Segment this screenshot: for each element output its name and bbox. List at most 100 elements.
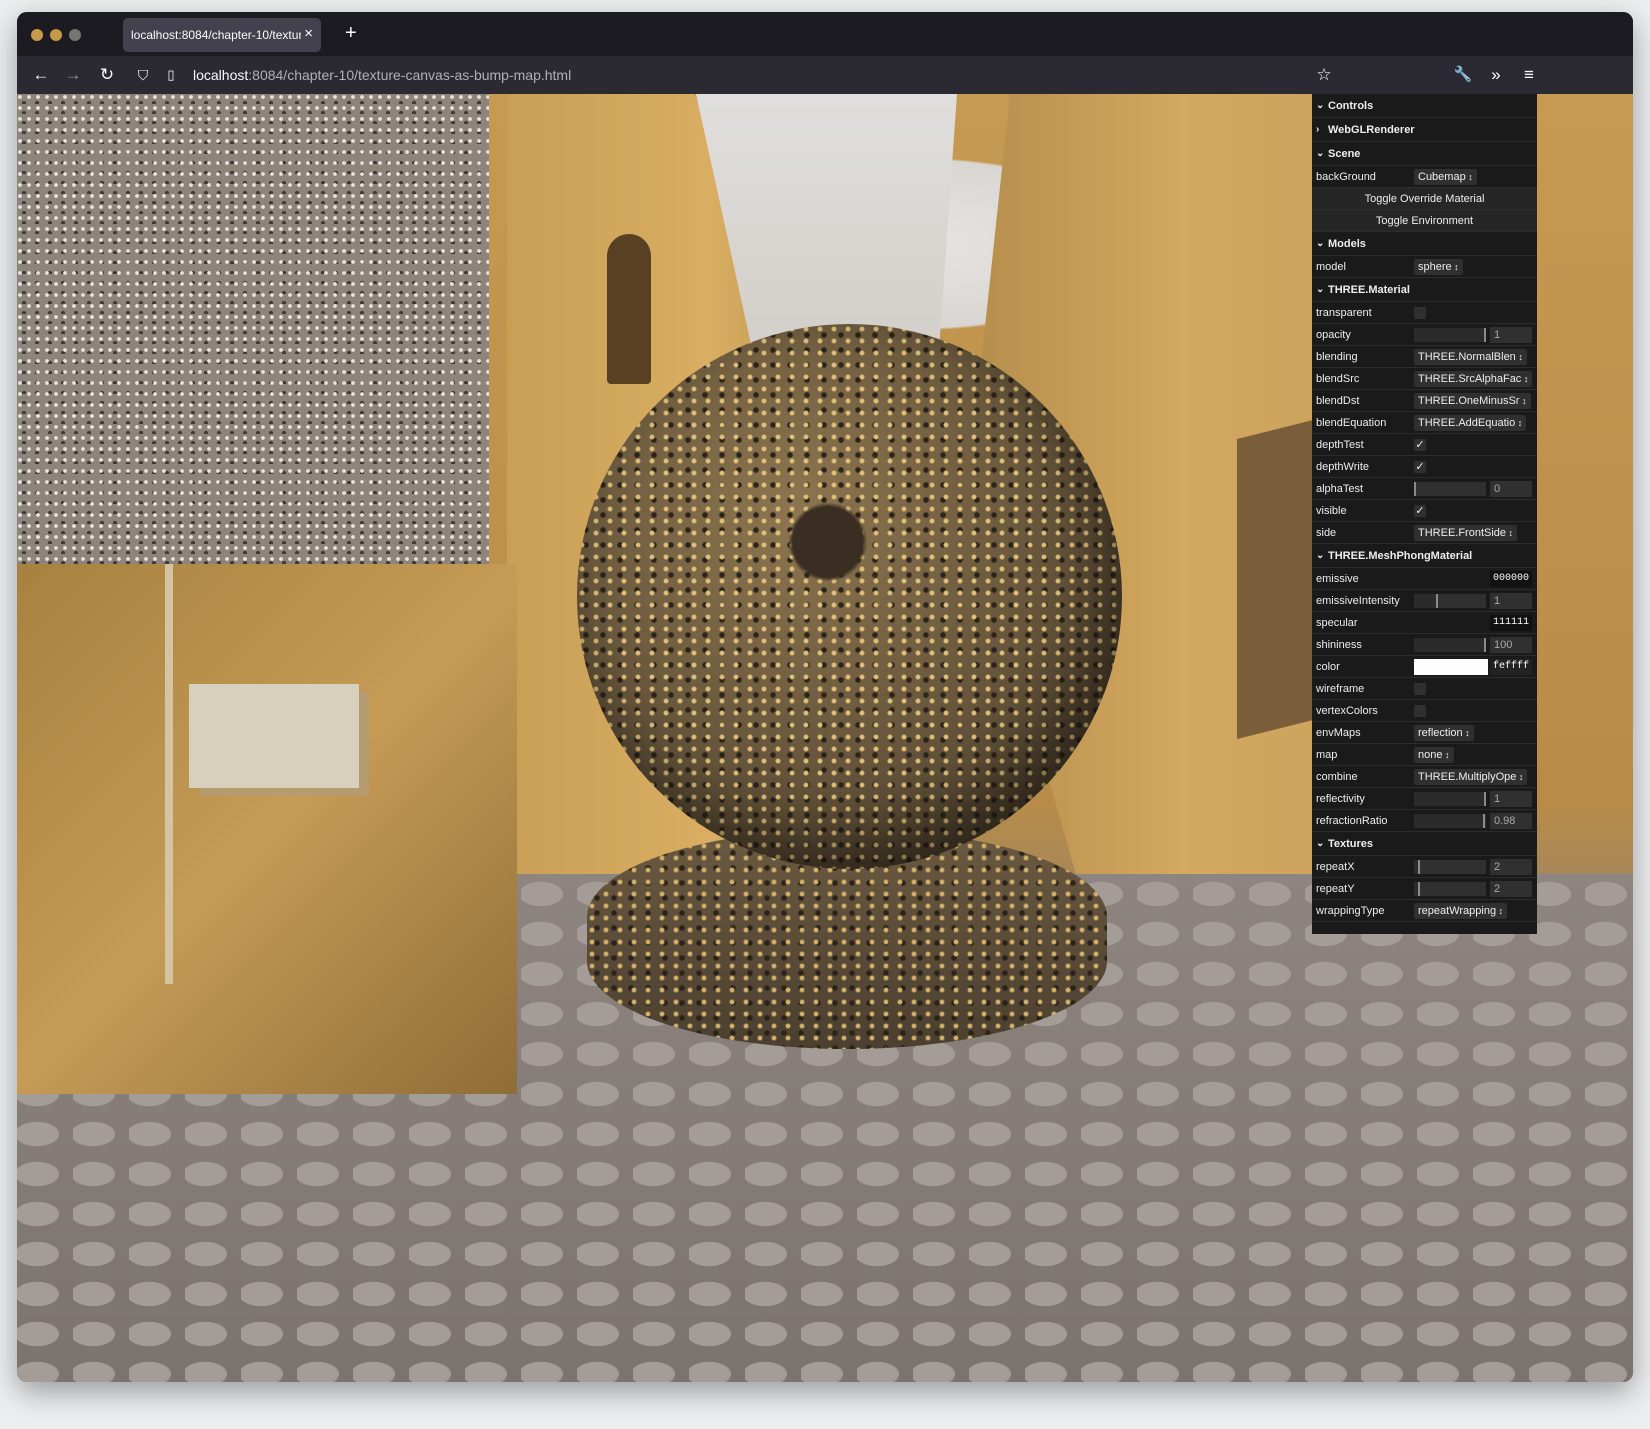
shininess-input[interactable]: 100 — [1490, 637, 1532, 653]
repeatx-slider-fill — [1414, 860, 1420, 874]
reflectivity-input[interactable]: 1 — [1490, 791, 1532, 807]
folder-scene[interactable]: ⌄ Scene — [1312, 142, 1537, 166]
maximize-window-button[interactable] — [69, 29, 81, 41]
close-window-button[interactable] — [31, 29, 43, 41]
page-icon: ▯ — [167, 67, 175, 82]
scene-pipe — [165, 564, 173, 984]
dat-gui-panel: ⌄ Controls › WebGLRenderer ⌄ Scene backGrou… — [1312, 94, 1537, 934]
alphatest-slider-fill — [1414, 482, 1416, 496]
wrapping-type-select[interactable]: repeatWrapping — [1414, 902, 1508, 919]
back-icon[interactable]: ← — [31, 65, 51, 85]
opacity-label: opacity — [1316, 328, 1351, 341]
opacity-input[interactable]: 1 — [1490, 327, 1532, 343]
folder-mesh-phong-material-label: THREE.MeshPhongMaterial — [1328, 549, 1473, 562]
bump-map-noise-texture — [17, 94, 489, 564]
refraction-ratio-slider-fill — [1414, 814, 1485, 828]
blending-select[interactable]: THREE.NormalBlen — [1414, 348, 1527, 365]
refraction-ratio-slider[interactable] — [1414, 814, 1486, 828]
shield-icon[interactable]: ⛉ — [133, 65, 153, 85]
repeatx-input[interactable]: 2 — [1490, 859, 1532, 875]
browser-window: localhost:8084/chapter-10/texture-c × + … — [17, 12, 1633, 1382]
row-visible: visible ✓ — [1312, 500, 1537, 522]
opacity-slider[interactable] — [1414, 328, 1486, 342]
folder-webglrenderer[interactable]: › WebGLRenderer — [1312, 118, 1537, 142]
folder-three-material[interactable]: ⌄ THREE.Material — [1312, 278, 1537, 302]
emissive-intensity-slider-fill — [1414, 594, 1438, 608]
folder-models[interactable]: ⌄ Models — [1312, 232, 1537, 256]
repeaty-label: repeatY — [1316, 882, 1355, 895]
new-tab-button[interactable]: + — [345, 23, 357, 43]
transparent-label: transparent — [1316, 306, 1372, 319]
envmaps-select[interactable]: reflection — [1414, 724, 1474, 741]
map-select[interactable]: none — [1414, 746, 1454, 763]
row-emissive-intensity: emissiveIntensity 1 — [1312, 590, 1537, 612]
folder-controls-label: Controls — [1328, 99, 1374, 112]
transparent-checkbox[interactable] — [1414, 307, 1426, 319]
specular-label: specular — [1316, 616, 1358, 629]
minimize-window-button[interactable] — [50, 29, 62, 41]
color-input[interactable]: feffff — [1490, 659, 1532, 675]
bookmark-star-icon[interactable]: ☆ — [1314, 65, 1334, 85]
folder-textures[interactable]: ⌄ Textures — [1312, 832, 1537, 856]
refraction-ratio-input[interactable]: 0.98 — [1490, 813, 1532, 829]
side-select[interactable]: THREE.FrontSide — [1414, 524, 1518, 541]
depthtest-checkbox[interactable]: ✓ — [1414, 439, 1426, 451]
emissive-color-input[interactable]: 000000 — [1490, 571, 1532, 587]
combine-label: combine — [1316, 770, 1358, 783]
row-envmaps: envMaps reflection — [1312, 722, 1537, 744]
emissive-intensity-slider[interactable] — [1414, 594, 1486, 608]
tab-active[interactable]: localhost:8084/chapter-10/texture-c × — [123, 18, 321, 52]
repeaty-slider[interactable] — [1414, 882, 1486, 896]
repeaty-slider-fill — [1414, 882, 1420, 896]
repeaty-input[interactable]: 2 — [1490, 881, 1532, 897]
wrapping-type-label: wrappingType — [1316, 904, 1385, 917]
visible-checkbox[interactable]: ✓ — [1414, 505, 1426, 517]
model-label: model — [1316, 260, 1346, 273]
vertexcolors-checkbox[interactable] — [1414, 705, 1426, 717]
address-bar[interactable]: localhost:8084/chapter-10/texture-canvas… — [193, 67, 571, 83]
chevron-down-icon: ⌄ — [1316, 838, 1325, 849]
reflectivity-slider[interactable] — [1414, 792, 1486, 806]
forward-icon[interactable]: → — [63, 65, 83, 85]
color-swatch[interactable] — [1414, 659, 1488, 675]
blenddst-select[interactable]: THREE.OneMinusSr — [1414, 392, 1531, 409]
alphatest-label: alphaTest — [1316, 482, 1364, 495]
toggle-override-material-button[interactable]: Toggle Override Material — [1312, 188, 1537, 210]
emissive-intensity-label: emissiveIntensity — [1316, 594, 1400, 607]
refraction-ratio-label: refractionRatio — [1316, 814, 1388, 827]
blenddst-label: blendDst — [1316, 394, 1360, 407]
menu-icon[interactable]: ≡ — [1519, 65, 1539, 85]
alphatest-input[interactable]: 0 — [1490, 481, 1532, 497]
model-select[interactable]: sphere — [1414, 258, 1463, 275]
specular-color-input[interactable]: 111111 — [1490, 615, 1532, 631]
background-select[interactable]: Cubemap — [1414, 168, 1477, 185]
reload-icon[interactable]: ↻ — [97, 65, 117, 85]
repeatx-label: repeatX — [1316, 860, 1355, 873]
folder-webglrenderer-label: WebGLRenderer — [1328, 123, 1415, 136]
emissive-intensity-input[interactable]: 1 — [1490, 593, 1532, 609]
side-label: side — [1316, 526, 1337, 539]
vertexcolors-label: vertexColors — [1316, 704, 1378, 717]
folder-scene-label: Scene — [1328, 147, 1361, 160]
row-refraction-ratio: refractionRatio 0.98 — [1312, 810, 1537, 832]
row-blenddst: blendDst THREE.OneMinusSr — [1312, 390, 1537, 412]
map-label: map — [1316, 748, 1338, 761]
visible-label: visible — [1316, 504, 1347, 517]
folder-mesh-phong-material[interactable]: ⌄ THREE.MeshPhongMaterial — [1312, 544, 1537, 568]
close-tab-icon[interactable]: × — [304, 26, 313, 42]
folder-controls[interactable]: ⌄ Controls — [1312, 94, 1537, 118]
blendequation-select[interactable]: THREE.AddEquatio — [1414, 414, 1527, 431]
alphatest-slider[interactable] — [1414, 482, 1486, 496]
overflow-chevron-icon[interactable]: » — [1486, 65, 1506, 85]
combine-select[interactable]: THREE.MultiplyOpe — [1414, 768, 1528, 785]
background-label: backGround — [1316, 170, 1376, 183]
wrench-icon[interactable]: 🔧 — [1453, 65, 1473, 85]
toggle-environment-button[interactable]: Toggle Environment — [1312, 210, 1537, 232]
wireframe-checkbox[interactable] — [1414, 683, 1426, 695]
shininess-slider[interactable] — [1414, 638, 1486, 652]
row-vertexcolors: vertexColors — [1312, 700, 1537, 722]
row-reflectivity: reflectivity 1 — [1312, 788, 1537, 810]
depthwrite-checkbox[interactable]: ✓ — [1414, 461, 1426, 473]
repeatx-slider[interactable] — [1414, 860, 1486, 874]
blendsrc-select[interactable]: THREE.SrcAlphaFac — [1414, 370, 1533, 387]
